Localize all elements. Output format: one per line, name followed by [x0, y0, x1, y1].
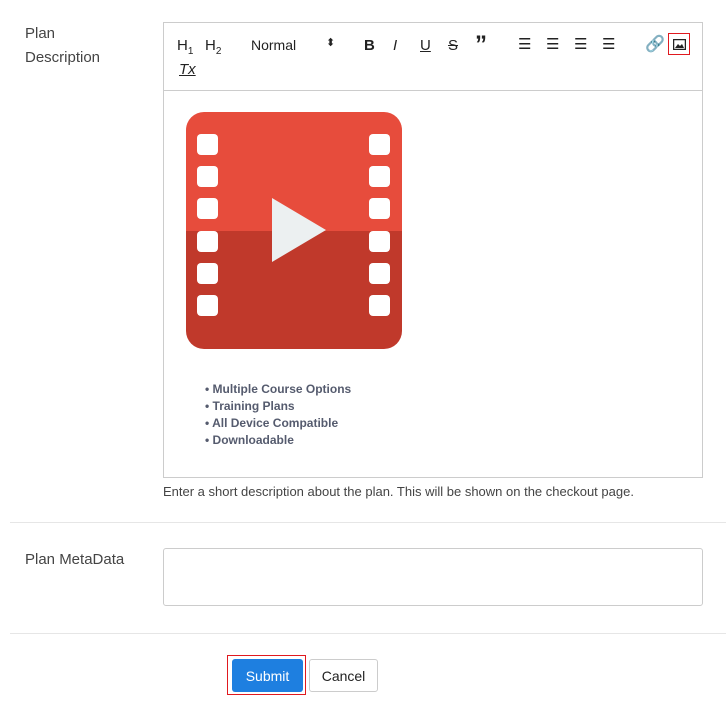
plan-metadata-input[interactable] [163, 548, 703, 606]
cancel-button[interactable]: Cancel [309, 659, 378, 692]
plan-metadata-label: Plan MetaData [25, 551, 125, 568]
video-image [186, 112, 402, 349]
rich-text-editor: H1 H2 Normal ⬍ B I U S ” ☰ ☰ ☰ ☰ 🔗 Tx • … [163, 22, 703, 478]
divider [10, 522, 726, 523]
label-line: Plan [25, 25, 56, 42]
divider [10, 633, 726, 634]
image-icon [672, 38, 686, 50]
list-item: • All Device Compatible [205, 416, 339, 430]
blockquote-button[interactable]: ” [475, 33, 487, 57]
help-text: Enter a short description about the plan… [163, 484, 634, 499]
bold-button[interactable]: B [364, 37, 375, 54]
indent-icon[interactable]: ☰ [602, 35, 615, 53]
list-item: • Training Plans [205, 399, 295, 413]
image-button[interactable] [668, 33, 690, 55]
feature-list: • Multiple Course Options • Training Pla… [205, 381, 351, 449]
h1-button[interactable]: H1 [177, 37, 193, 57]
underline-button[interactable]: U [420, 37, 431, 54]
ordered-list-icon[interactable]: ☰ [518, 35, 531, 53]
italic-button[interactable]: I [393, 37, 397, 54]
h2-button[interactable]: H2 [205, 37, 221, 57]
editor-toolbar: H1 H2 Normal ⬍ B I U S ” ☰ ☰ ☰ ☰ 🔗 Tx [164, 23, 702, 91]
list-item: • Multiple Course Options [205, 382, 352, 396]
link-icon[interactable]: 🔗 [645, 34, 665, 54]
list-item: • Downloadable [205, 433, 294, 447]
clear-format-button[interactable]: Tx [179, 61, 196, 78]
plan-description-label: Plan Description [25, 22, 100, 70]
label-line: Description [25, 49, 101, 66]
strike-button[interactable]: S [448, 37, 458, 54]
format-select[interactable]: Normal [251, 37, 296, 53]
bullet-list-icon[interactable]: ☰ [546, 35, 559, 53]
select-arrows-icon[interactable]: ⬍ [326, 36, 335, 49]
outdent-icon[interactable]: ☰ [574, 35, 587, 53]
submit-button[interactable]: Submit [232, 659, 303, 692]
